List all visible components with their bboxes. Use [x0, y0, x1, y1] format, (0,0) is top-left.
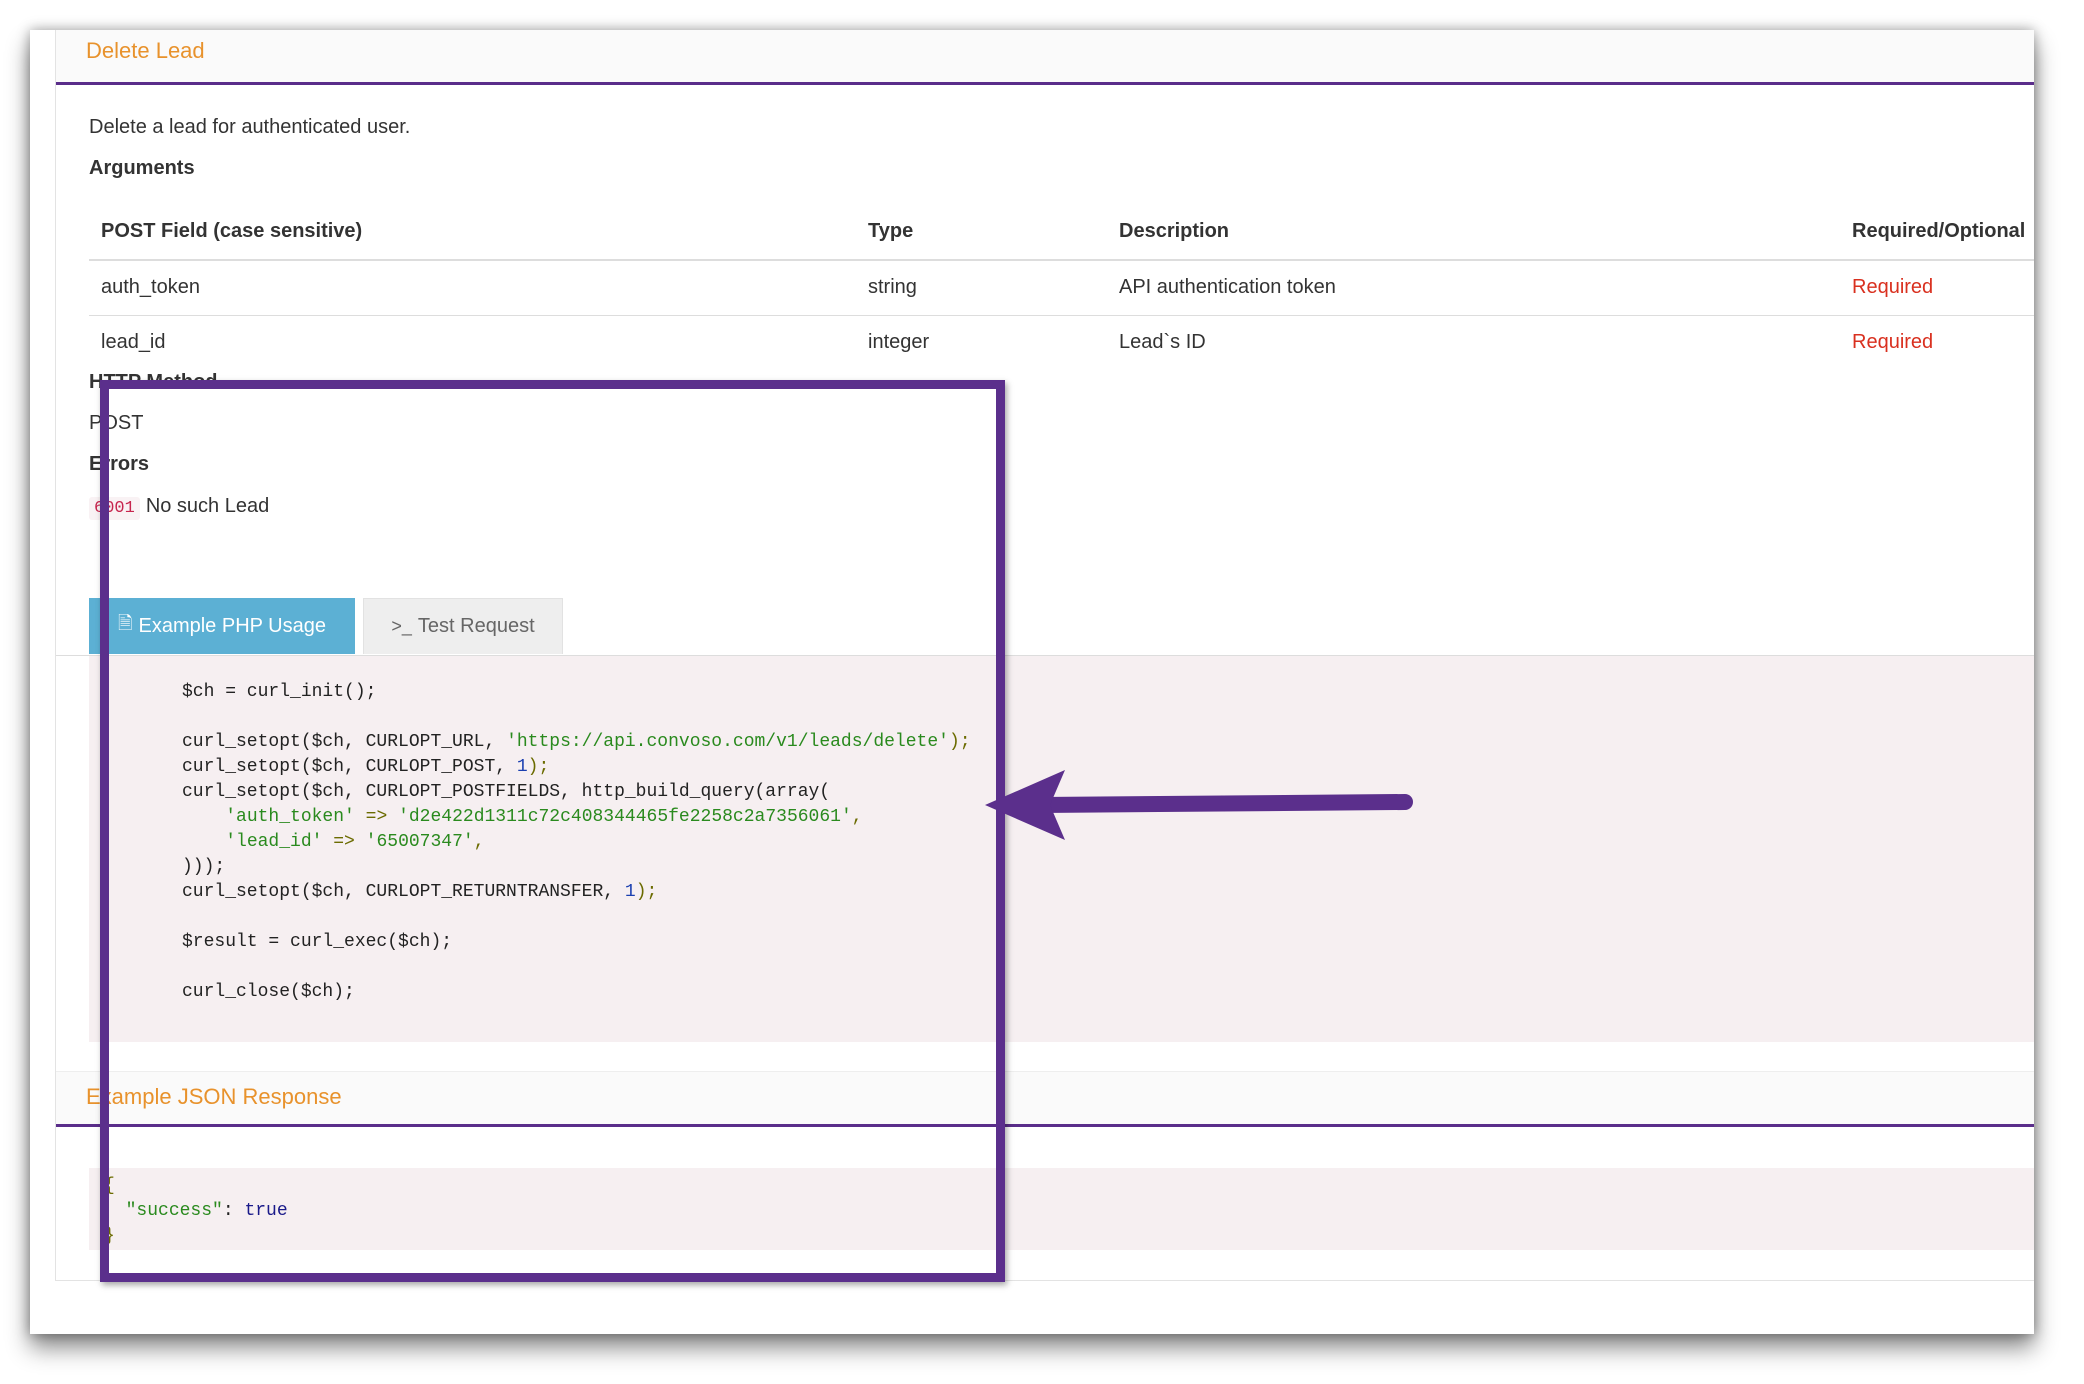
json-value: true	[244, 1201, 288, 1221]
code-key: 'lead_id'	[225, 832, 323, 852]
code-number: 1	[624, 882, 636, 902]
code-line: curl_setopt($ch, CURLOPT_RETURNTRANSFER,	[182, 882, 625, 902]
arguments-label: Arguments	[89, 157, 195, 179]
table-header-row: POST Field (case sensitive) Type Descrip…	[89, 205, 2034, 261]
code-line: $result = curl_exec($ch);	[182, 932, 453, 952]
delete-lead-header: Delete Lead	[56, 30, 2034, 85]
cell-required: Required	[1852, 276, 1934, 298]
table-row: auth_token string API authentication tok…	[89, 261, 2034, 316]
code-value: '65007347'	[365, 832, 474, 852]
code-key: 'auth_token'	[225, 807, 355, 827]
code-line: curl_setopt($ch, CURLOPT_POSTFIELDS, htt…	[182, 782, 831, 802]
page-sheet: Delete Lead Delete a lead for authentica…	[30, 30, 2034, 1334]
php-code: $ch = curl_init(); curl_setopt($ch, CURL…	[182, 682, 971, 1002]
code-value: 'd2e422d1311c72c408344465fe2258c2a735606…	[398, 807, 852, 827]
cell-description: Lead`s ID	[1119, 331, 1206, 353]
cell-type: integer	[868, 331, 930, 353]
tab-test-request[interactable]: >_ Test Request	[363, 598, 563, 654]
endpoint-description: Delete a lead for authenticated user.	[89, 116, 411, 138]
json-code: { "success": true }	[104, 1176, 288, 1246]
arguments-table: POST Field (case sensitive) Type Descrip…	[89, 205, 2034, 370]
json-response-title[interactable]: Example JSON Response	[86, 1084, 342, 1110]
cell-field: lead_id	[101, 331, 166, 353]
cell-required: Required	[1852, 331, 1934, 353]
header-required: Required/Optional	[1852, 220, 2026, 242]
json-response-block: { "success": true }	[89, 1168, 2034, 1250]
code-line: curl_setopt($ch, CURLOPT_URL,	[182, 732, 507, 752]
tab-label: Test Request	[417, 615, 535, 637]
delete-lead-title[interactable]: Delete Lead	[86, 38, 205, 64]
code-line: curl_close($ch);	[182, 982, 355, 1002]
table-row: lead_id integer Lead`s ID Required	[89, 316, 2034, 370]
json-key: "success"	[125, 1201, 223, 1221]
cell-type: string	[868, 276, 917, 298]
header-type: Type	[868, 220, 914, 242]
code-number: 1	[516, 757, 528, 777]
cell-field: auth_token	[101, 276, 200, 298]
error-code: 6001	[89, 497, 140, 520]
error-item: 6001 No such Lead	[89, 495, 270, 520]
json-close-brace: }	[104, 1226, 115, 1246]
http-method-value: POST	[89, 412, 144, 434]
code-url: 'https://api.convoso.com/v1/leads/delete…	[506, 732, 949, 752]
api-doc-panel: Delete Lead Delete a lead for authentica…	[55, 30, 2034, 1281]
code-line: $ch = curl_init();	[182, 682, 377, 702]
code-line: )));	[182, 857, 226, 877]
php-code-block: $ch = curl_init(); curl_setopt($ch, CURL…	[89, 656, 2034, 1042]
header-description: Description	[1119, 220, 1230, 242]
tab-example-php-usage[interactable]: 🗎 Example PHP Usage	[89, 598, 355, 654]
tab-label: Example PHP Usage	[138, 614, 326, 637]
json-response-header: Example JSON Response	[56, 1071, 2034, 1127]
http-method-label: HTTP Method	[89, 371, 218, 393]
errors-label: Errors	[89, 453, 150, 475]
code-line: curl_setopt($ch, CURLOPT_POST,	[182, 757, 517, 777]
cell-description: API authentication token	[1119, 276, 1336, 298]
file-code-icon: 🗎	[118, 613, 133, 633]
header-post-field: POST Field (case sensitive)	[101, 220, 363, 242]
error-message: No such Lead	[145, 495, 270, 517]
terminal-icon: >_	[391, 616, 412, 636]
json-open-brace: {	[104, 1176, 115, 1196]
